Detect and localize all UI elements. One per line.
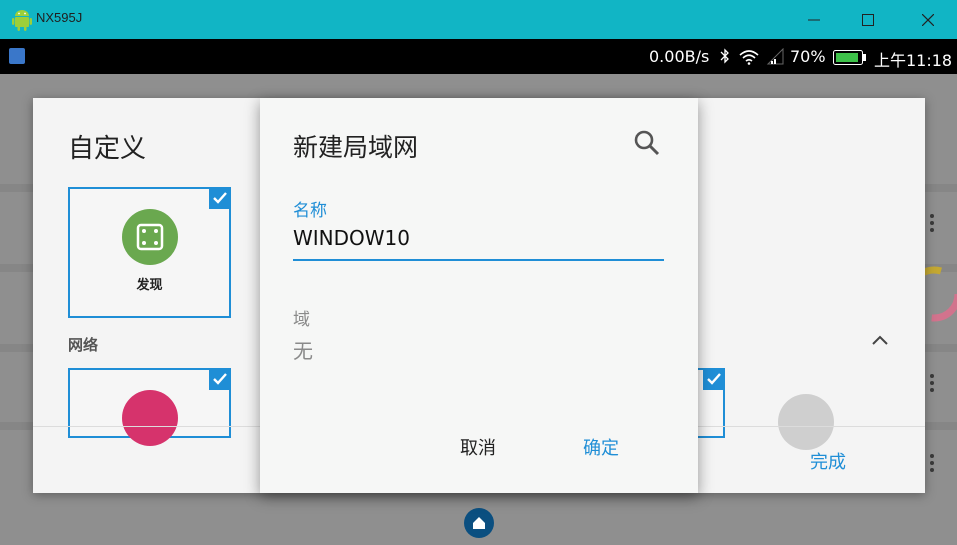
name-field[interactable]: WINDOW10 [293, 226, 410, 250]
new-lan-dialog: 新建局域网 名称 WINDOW10 域 无 取消 确定 [260, 98, 698, 493]
network-icon [122, 390, 178, 446]
battery-percent: 70% [790, 47, 826, 66]
close-button[interactable] [899, 0, 957, 39]
section-label-network: 网络 [68, 336, 99, 354]
domain-field-label: 域 [293, 310, 310, 330]
minimize-icon [808, 19, 820, 20]
panel-title: 自定义 [68, 134, 147, 164]
name-field-underline [293, 259, 664, 261]
maximize-icon [862, 13, 874, 26]
cancel-button[interactable]: 取消 [460, 434, 496, 460]
network-speed: 0.00B/s [649, 47, 710, 66]
minimize-button[interactable] [785, 0, 843, 39]
checkbox-checked-icon[interactable] [209, 187, 231, 209]
android-icon [12, 10, 32, 31]
checkbox-checked-icon[interactable] [703, 368, 725, 390]
overflow-menu-icon[interactable] [930, 374, 934, 392]
wifi-icon [739, 50, 759, 65]
window-title: NX595J [36, 10, 83, 25]
signal-icon [766, 48, 784, 65]
window-title-bar: NX595J [0, 0, 957, 39]
checkbox-checked-icon[interactable] [209, 368, 231, 390]
home-icon [473, 517, 485, 529]
confirm-button[interactable]: 确定 [583, 434, 619, 460]
bluetooth-icon [720, 48, 729, 64]
chevron-up-icon[interactable] [871, 334, 889, 346]
done-button[interactable]: 完成 [810, 448, 846, 474]
overflow-menu-icon[interactable] [930, 214, 934, 232]
tile-network[interactable] [68, 368, 231, 446]
home-fab-button[interactable] [464, 508, 494, 538]
dice-icon [122, 209, 178, 265]
status-bar: 0.00B/s 70% 上午11:18 [0, 39, 957, 74]
tile-discover[interactable]: 发现 [68, 187, 231, 318]
app-notification-icon [9, 48, 25, 64]
battery-icon [833, 50, 866, 65]
dialog-title: 新建局域网 [293, 133, 419, 162]
close-icon [922, 13, 934, 26]
maximize-button[interactable] [839, 0, 897, 39]
tile-label: 发现 [136, 278, 163, 293]
clock: 上午11:18 [874, 51, 953, 70]
name-field-label: 名称 [293, 201, 327, 221]
domain-field[interactable]: 无 [293, 335, 313, 364]
overflow-menu-icon[interactable] [930, 454, 934, 472]
add-icon[interactable] [778, 394, 834, 450]
search-icon[interactable] [632, 128, 662, 158]
